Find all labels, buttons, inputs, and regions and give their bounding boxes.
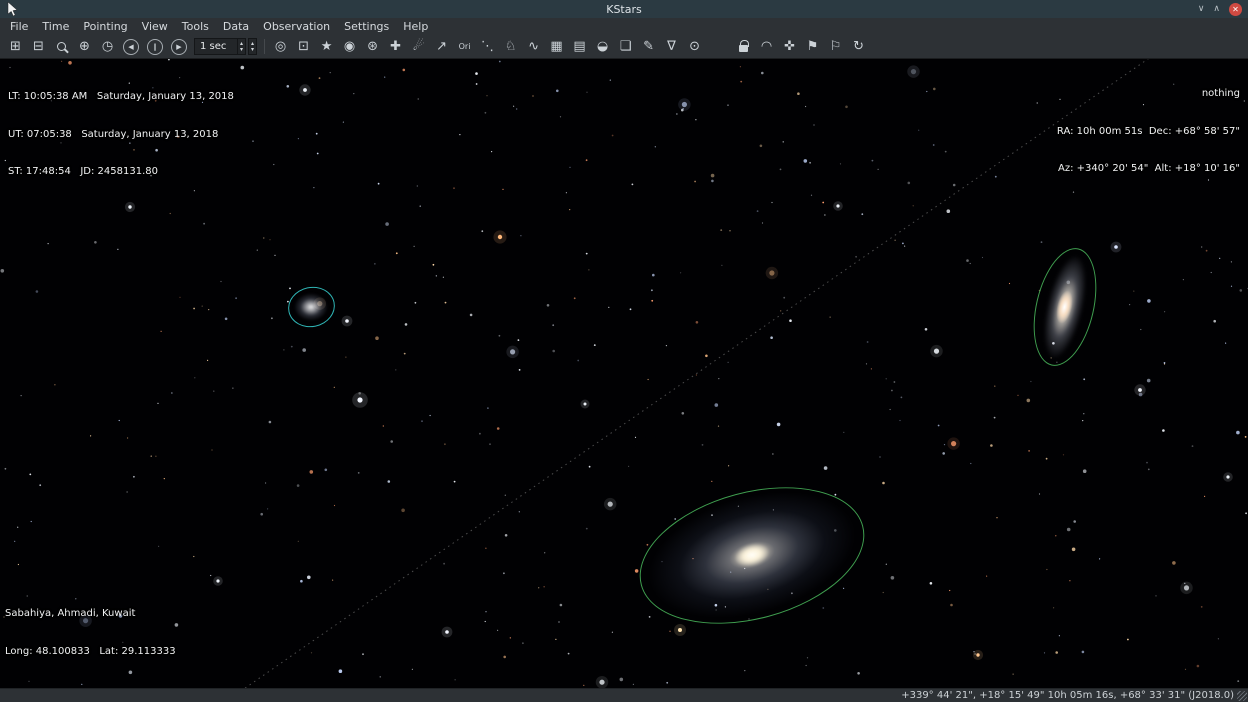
- set-time-icon[interactable]: ◷: [96, 37, 119, 57]
- time-unit-spin-buttons: ▴ ▾: [248, 38, 257, 55]
- focus-radec-line: RA: 10h 00m 51s Dec: +68° 58' 57": [1057, 126, 1240, 139]
- toggle-satellites-icon[interactable]: ↗: [430, 37, 453, 57]
- time-step-control: 1 sec ▴ ▾ ▴ ▾: [194, 38, 257, 55]
- whats-up-tonight-icon[interactable]: ⊙: [683, 37, 706, 57]
- minimize-icon[interactable]: ∨: [1198, 5, 1205, 14]
- filter-icon[interactable]: ∇: [660, 37, 683, 57]
- menu-observation[interactable]: Observation: [256, 18, 337, 35]
- dome-icon[interactable]: ◠: [755, 37, 778, 57]
- location-coords-line: Long: 48.100833 Lat: 29.113333: [5, 646, 176, 659]
- center-telescope-icon[interactable]: ✜: [778, 37, 801, 57]
- toggle-constellation-lines-icon[interactable]: ⋱: [476, 37, 499, 57]
- kstars-window: KStars ∨ ∧ ✕ File Time Pointing View Too…: [0, 0, 1248, 702]
- toggle-deep-sky-objects-icon[interactable]: ⊛: [361, 37, 384, 57]
- observation-planner-icon[interactable]: ✎: [637, 37, 660, 57]
- menu-help[interactable]: Help: [396, 18, 435, 35]
- menu-settings[interactable]: Settings: [337, 18, 396, 35]
- toggle-milky-way-icon[interactable]: ∿: [522, 37, 545, 57]
- titlebar[interactable]: KStars ∨ ∧ ✕: [0, 0, 1248, 18]
- resize-grip-icon[interactable]: [1237, 691, 1247, 701]
- toggle-comets-icon[interactable]: ☄: [407, 37, 430, 57]
- toggle-constellation-art-icon[interactable]: ♘: [499, 37, 522, 57]
- lock-shape: [739, 45, 748, 52]
- lock-position-icon[interactable]: [732, 37, 755, 57]
- time-infobox[interactable]: LT: 10:05:38 AM Saturday, January 13, 20…: [8, 66, 234, 204]
- toolbar-separator: [264, 39, 265, 54]
- time-step-input[interactable]: 1 sec: [194, 38, 238, 55]
- toggle-horizontal-grid-icon[interactable]: ▤: [568, 37, 591, 57]
- focus-infobox[interactable]: nothing RA: 10h 00m 51s Dec: +68° 58' 57…: [1057, 63, 1240, 201]
- window-controls: ∨ ∧ ✕: [1198, 0, 1242, 18]
- local-time-line: LT: 10:05:38 AM Saturday, January 13, 20…: [8, 91, 234, 104]
- close-icon[interactable]: ✕: [1229, 3, 1242, 16]
- menu-view[interactable]: View: [135, 18, 175, 35]
- sky-map[interactable]: LT: 10:05:38 AM Saturday, January 13, 20…: [0, 59, 1248, 688]
- cursor-position-readout: +339° 44' 21", +18° 15' 49" 10h 05m 16s,…: [901, 690, 1234, 701]
- geolocation-icon[interactable]: ⊕: [73, 37, 96, 57]
- toggle-solar-system-icon[interactable]: ◉: [338, 37, 361, 57]
- time-step-backward-icon[interactable]: ◀: [123, 39, 139, 55]
- universal-time-line: UT: 07:05:38 Saturday, January 13, 2018: [8, 129, 234, 142]
- sidereal-time-line: ST: 17:48:54 JD: 2458131.80: [8, 166, 234, 179]
- sync-icon[interactable]: ↻: [847, 37, 870, 57]
- statusbar: +339° 44' 21", +18° 15' 49" 10h 05m 16s,…: [0, 688, 1248, 702]
- toggle-supernovae-icon[interactable]: ✚: [384, 37, 407, 57]
- zoom-in-icon[interactable]: ⊞: [4, 37, 27, 57]
- toggle-clock-icon[interactable]: ‖: [147, 39, 163, 55]
- menu-time[interactable]: Time: [35, 18, 76, 35]
- main-toolbar: ⊞ ⊟ ⊕ ◷ ◀ ‖ ▶ 1 sec ▴ ▾ ▴ ▾ ◎ ⊡ ★ ◉ ⊛ ✚ …: [0, 35, 1248, 59]
- flag-alt-icon[interactable]: ⚐: [824, 37, 847, 57]
- toggle-constellation-names-icon[interactable]: Ori: [453, 37, 476, 57]
- unit-down-icon[interactable]: ▾: [251, 47, 254, 53]
- spin-down-icon[interactable]: ▾: [240, 47, 243, 53]
- location-name-line: Sabahiya, Ahmadi, Kuwait: [5, 608, 176, 621]
- time-step-forward-icon[interactable]: ▶: [171, 39, 187, 55]
- location-infobox[interactable]: Sabahiya, Ahmadi, Kuwait Long: 48.100833…: [5, 583, 176, 683]
- maximize-icon[interactable]: ∧: [1213, 5, 1220, 14]
- flag-icon[interactable]: ⚑: [801, 37, 824, 57]
- toggle-ground-icon[interactable]: ◒: [591, 37, 614, 57]
- menu-file[interactable]: File: [3, 18, 35, 35]
- focus-object-icon[interactable]: ◎: [269, 37, 292, 57]
- mouse-cursor-icon: [7, 2, 18, 16]
- zoom-out-icon[interactable]: ⊟: [27, 37, 50, 57]
- find-object-icon[interactable]: [50, 37, 73, 57]
- menubar: File Time Pointing View Tools Data Obser…: [0, 18, 1248, 35]
- window-title: KStars: [606, 3, 642, 16]
- time-step-spin-buttons: ▴ ▾: [238, 38, 246, 55]
- sky-image-icon[interactable]: ⊡: [292, 37, 315, 57]
- toggle-stars-icon[interactable]: ★: [315, 37, 338, 57]
- toggle-equatorial-grid-icon[interactable]: ▦: [545, 37, 568, 57]
- focus-object-name: nothing: [1057, 88, 1240, 101]
- menu-tools[interactable]: Tools: [175, 18, 216, 35]
- menu-data[interactable]: Data: [216, 18, 256, 35]
- menu-pointing[interactable]: Pointing: [76, 18, 134, 35]
- focus-azalt-line: Az: +340° 20' 54" Alt: +18° 10' 16": [1057, 163, 1240, 176]
- magnifier-shape: [57, 42, 66, 51]
- whats-interesting-icon[interactable]: ❏: [614, 37, 637, 57]
